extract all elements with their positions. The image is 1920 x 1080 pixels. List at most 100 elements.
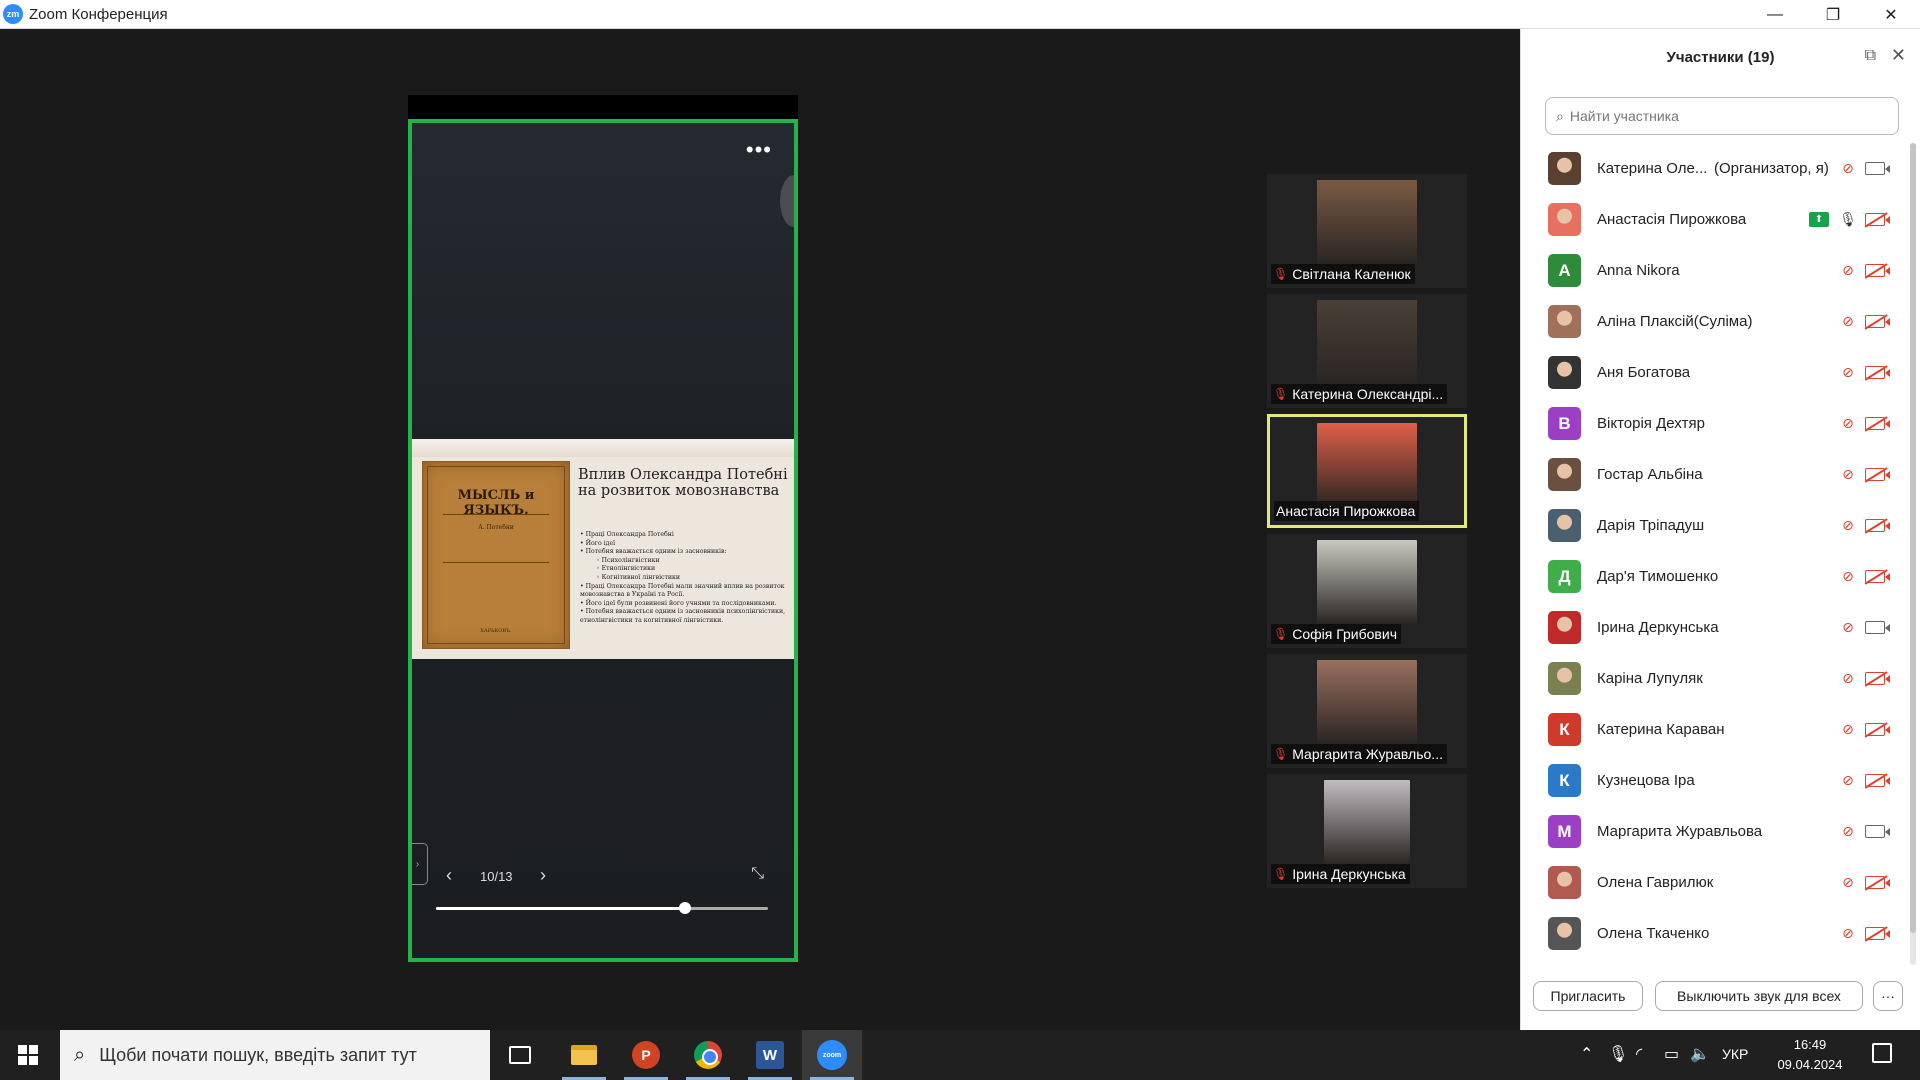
mic-muted-icon[interactable]: ⊘	[1839, 874, 1857, 891]
mic-muted-icon[interactable]: ⊘	[1839, 925, 1857, 942]
share-controls: ‹ 10/13 › ⤡	[412, 863, 794, 893]
windows-start-icon[interactable]	[18, 1045, 38, 1065]
mic-muted-icon[interactable]: ⊘	[1839, 262, 1857, 279]
camera-off-icon[interactable]	[1865, 213, 1890, 226]
next-page-button[interactable]: ›	[540, 865, 546, 886]
camera-off-icon[interactable]	[1865, 315, 1890, 328]
participant-row[interactable]: M Маргарита Журавльова ⊘	[1521, 806, 1909, 857]
video-tile[interactable]: 🎙 Катерина Олександрі...	[1267, 294, 1467, 408]
zoom-slider-thumb[interactable]	[679, 902, 691, 914]
participant-name: Катерина Олександрі...	[1292, 386, 1444, 402]
camera-off-icon[interactable]	[1865, 468, 1890, 481]
mic-muted-icon: 🎙	[1273, 387, 1289, 401]
camera-icon[interactable]	[1865, 825, 1890, 838]
participant-row[interactable]: A Anna Nikora ⊘	[1521, 245, 1909, 296]
slide-bullet: • Його ідеї були розвинені його учнями т…	[580, 599, 777, 607]
close-button[interactable]: ✕	[1862, 0, 1920, 29]
mic-muted-icon[interactable]: ⊘	[1839, 364, 1857, 381]
taskbar-search[interactable]: ⌕ Щоби почати пошук, введіть запит тут	[60, 1030, 490, 1080]
video-tile[interactable]: 🎙 Світлана Каленюк	[1267, 174, 1467, 288]
camera-icon[interactable]	[1865, 162, 1890, 175]
window-title: Zoom Конференция	[29, 5, 168, 23]
zoom-app-icon[interactable]: zoom	[802, 1030, 862, 1080]
mic-muted-icon[interactable]: ⊘	[1839, 313, 1857, 330]
invite-button[interactable]: Пригласить	[1533, 981, 1643, 1011]
participant-row[interactable]: Дарія Тріпадуш ⊘	[1521, 500, 1909, 551]
camera-off-icon[interactable]	[1865, 366, 1890, 379]
chrome-icon[interactable]	[678, 1030, 738, 1080]
previous-page-button[interactable]: ‹	[446, 865, 452, 886]
camera-off-icon[interactable]	[1865, 417, 1890, 430]
wifi-icon[interactable]: ◜	[1636, 1044, 1642, 1064]
camera-off-icon[interactable]	[1865, 264, 1890, 277]
word-icon[interactable]: W	[740, 1030, 800, 1080]
mic-muted-icon[interactable]: ⊘	[1839, 670, 1857, 687]
microphone-icon[interactable]: 🎙	[1839, 211, 1857, 228]
more-options-icon[interactable]: •••	[746, 139, 772, 161]
minimize-button[interactable]: —	[1746, 0, 1804, 29]
tray-chevron-icon[interactable]: ⌃	[1580, 1044, 1593, 1064]
participant-row[interactable]: Олена Гаврилюк ⊘	[1521, 857, 1909, 908]
camera-off-icon[interactable]	[1865, 723, 1890, 736]
popout-icon[interactable]: ⧉	[1865, 47, 1876, 65]
camera-off-icon[interactable]	[1865, 570, 1890, 583]
video-tile[interactable]: 🎙 Ірина Деркунська	[1267, 774, 1467, 888]
language-indicator[interactable]: УКР	[1722, 1046, 1748, 1062]
more-button[interactable]: ···	[1873, 981, 1903, 1011]
share-top-bar	[408, 95, 798, 119]
mic-muted-icon[interactable]: ⊘	[1839, 772, 1857, 789]
battery-icon[interactable]: ▭	[1664, 1044, 1679, 1064]
participant-search[interactable]: ⌕	[1545, 97, 1899, 135]
participant-row[interactable]: Аліна Плаксій(Суліма) ⊘	[1521, 296, 1909, 347]
participant-row[interactable]: Аня Богатова ⊘	[1521, 347, 1909, 398]
participant-row[interactable]: К Кузнецова Іра ⊘	[1521, 755, 1909, 806]
participant-name: Світлана Каленюк	[1292, 266, 1411, 282]
side-handle[interactable]	[780, 175, 794, 227]
video-tile[interactable]: Анастасія Пирожкова	[1267, 414, 1467, 528]
shared-screen[interactable]: ••• › МЫСЛЬ и ЯЗЫКЪ. А. Потебни ХАРЬКОВЪ…	[408, 119, 798, 962]
participant-row[interactable]: Олена Ткаченко ⊘	[1521, 908, 1909, 959]
notifications-icon[interactable]	[1872, 1043, 1892, 1063]
clock[interactable]: 16:49 09.04.2024	[1770, 1035, 1850, 1075]
mic-muted-icon[interactable]: ⊘	[1839, 721, 1857, 738]
participant-row[interactable]: Д Дар'я Тимошенко ⊘	[1521, 551, 1909, 602]
participant-row[interactable]: B Вікторія Дехтяр ⊘	[1521, 398, 1909, 449]
camera-icon[interactable]	[1865, 621, 1890, 634]
task-view-icon[interactable]	[490, 1030, 550, 1080]
participant-avatar	[1548, 356, 1581, 389]
camera-off-icon[interactable]	[1865, 672, 1890, 685]
shrink-icon[interactable]: ⤡	[751, 865, 764, 883]
camera-off-icon[interactable]	[1865, 876, 1890, 889]
participant-row[interactable]: Анастасія Пирожкова ⬆ 🎙	[1521, 194, 1909, 245]
mic-muted-icon[interactable]: ⊘	[1839, 415, 1857, 432]
mic-muted-icon[interactable]: ⊘	[1839, 568, 1857, 585]
mic-muted-icon[interactable]: ⊘	[1839, 619, 1857, 636]
volume-icon[interactable]: 🔈	[1690, 1044, 1710, 1064]
video-tile-name: 🎙 Катерина Олександрі...	[1271, 384, 1448, 404]
participant-row[interactable]: Ірина Деркунська ⊘	[1521, 602, 1909, 653]
mic-muted-icon[interactable]: ⊘	[1839, 160, 1857, 177]
mic-muted-icon[interactable]: ⊘	[1839, 823, 1857, 840]
screen-share-icon: ⬆	[1809, 212, 1829, 227]
participant-row[interactable]: Гостар Альбіна ⊘	[1521, 449, 1909, 500]
microphone-icon[interactable]: 🎙	[1608, 1044, 1628, 1064]
maximize-button[interactable]: ❐	[1804, 0, 1862, 29]
mic-muted-icon[interactable]: ⊘	[1839, 517, 1857, 534]
participant-scrollbar[interactable]	[1910, 143, 1916, 965]
scrollbar-thumb[interactable]	[1910, 143, 1916, 933]
mute-all-button[interactable]: Выключить звук для всех	[1655, 981, 1863, 1011]
close-icon[interactable]: ✕	[1891, 45, 1906, 66]
zoom-slider[interactable]	[436, 902, 768, 914]
participant-row[interactable]: К Катерина Караван ⊘	[1521, 704, 1909, 755]
video-tile[interactable]: 🎙 Софія Грибович	[1267, 534, 1467, 648]
video-tile[interactable]: 🎙 Маргарита Журавльо...	[1267, 654, 1467, 768]
camera-off-icon[interactable]	[1865, 519, 1890, 532]
participant-search-input[interactable]	[1569, 108, 1870, 124]
participant-row[interactable]: Каріна Лупуляк ⊘	[1521, 653, 1909, 704]
participant-row[interactable]: Катерина Оле... (Организатор, я) ⊘	[1521, 143, 1909, 194]
powerpoint-icon[interactable]: P	[616, 1030, 676, 1080]
camera-off-icon[interactable]	[1865, 927, 1890, 940]
file-explorer-icon[interactable]	[554, 1030, 614, 1080]
camera-off-icon[interactable]	[1865, 774, 1890, 787]
mic-muted-icon[interactable]: ⊘	[1839, 466, 1857, 483]
